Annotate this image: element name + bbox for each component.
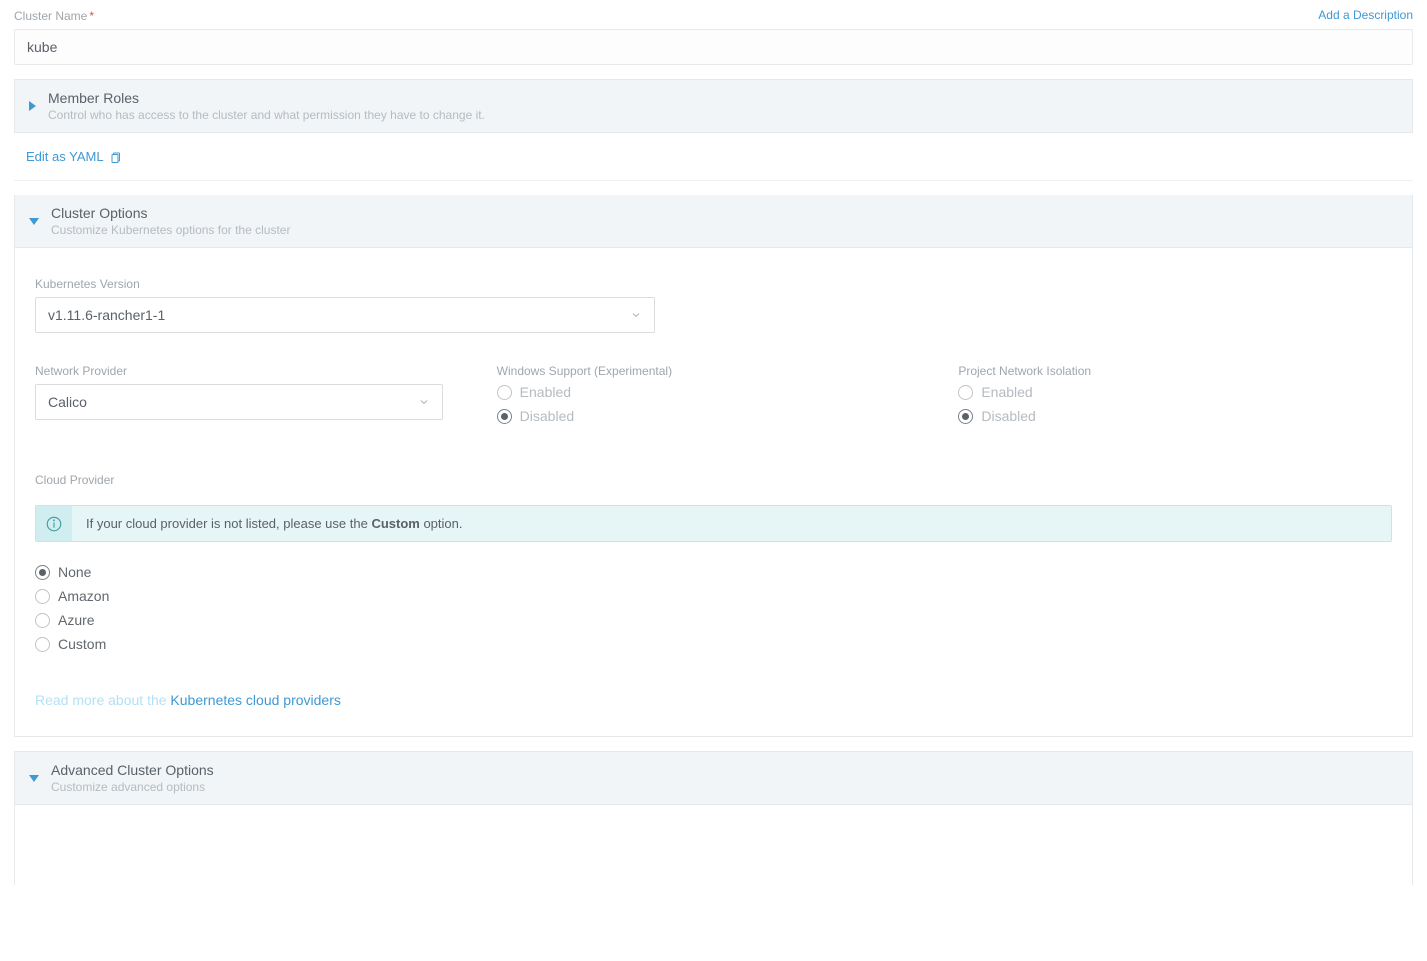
isolation-disabled-radio[interactable]: Disabled <box>958 408 1392 424</box>
cluster-options-body: Kubernetes Version v1.11.6-rancher1-1 Ne… <box>14 248 1413 737</box>
caret-down-icon <box>29 218 39 225</box>
network-provider-value: Calico <box>48 394 87 410</box>
cloud-amazon-radio[interactable]: Amazon <box>35 588 1392 604</box>
network-provider-select[interactable]: Calico <box>35 384 443 420</box>
member-roles-subtitle: Control who has access to the cluster an… <box>48 108 485 122</box>
advanced-options-panel-header[interactable]: Advanced Cluster Options Customize advan… <box>14 751 1413 805</box>
member-roles-title: Member Roles <box>48 90 485 106</box>
member-roles-panel-header[interactable]: Member Roles Control who has access to t… <box>14 79 1413 133</box>
radio-icon <box>35 565 50 580</box>
cluster-options-panel-header[interactable]: Cluster Options Customize Kubernetes opt… <box>14 195 1413 248</box>
radio-icon <box>35 613 50 628</box>
radio-icon <box>497 385 512 400</box>
radio-icon <box>35 589 50 604</box>
k8s-version-label: Kubernetes Version <box>35 277 140 291</box>
network-provider-label: Network Provider <box>35 364 127 378</box>
cloud-info-banner: If your cloud provider is not listed, pl… <box>35 505 1392 542</box>
advanced-options-title: Advanced Cluster Options <box>51 762 214 778</box>
cluster-name-label: Cluster Name* <box>14 9 94 23</box>
info-icon <box>45 515 63 533</box>
radio-icon <box>35 637 50 652</box>
read-more-text: Read more about the Kubernetes cloud pro… <box>35 692 1392 708</box>
cluster-options-subtitle: Customize Kubernetes options for the clu… <box>51 223 290 237</box>
cloud-custom-radio[interactable]: Custom <box>35 636 1392 652</box>
edit-as-yaml-link[interactable]: Edit as YAML <box>26 149 122 164</box>
cluster-options-title: Cluster Options <box>51 205 290 221</box>
cluster-name-input[interactable] <box>14 29 1413 65</box>
chevron-down-icon <box>418 396 430 408</box>
cloud-azure-radio[interactable]: Azure <box>35 612 1392 628</box>
k8s-version-select[interactable]: v1.11.6-rancher1-1 <box>35 297 655 333</box>
isolation-label: Project Network Isolation <box>958 364 1091 378</box>
advanced-options-subtitle: Customize advanced options <box>51 780 214 794</box>
chevron-down-icon <box>630 309 642 321</box>
windows-support-label: Windows Support (Experimental) <box>497 364 672 378</box>
add-description-link[interactable]: Add a Description <box>1318 8 1413 22</box>
caret-down-icon <box>29 775 39 782</box>
isolation-enabled-radio[interactable]: Enabled <box>958 384 1392 400</box>
caret-right-icon <box>29 101 36 111</box>
windows-disabled-radio[interactable]: Disabled <box>497 408 931 424</box>
divider <box>14 180 1413 181</box>
advanced-options-body <box>14 805 1413 885</box>
k8s-cloud-providers-link[interactable]: Kubernetes cloud providers <box>170 692 340 708</box>
clipboard-icon <box>110 150 122 164</box>
k8s-version-value: v1.11.6-rancher1-1 <box>48 307 165 323</box>
windows-enabled-radio[interactable]: Enabled <box>497 384 931 400</box>
radio-icon <box>958 385 973 400</box>
radio-icon <box>497 409 512 424</box>
cloud-none-radio[interactable]: None <box>35 564 1392 580</box>
cloud-provider-label: Cloud Provider <box>35 473 114 487</box>
radio-icon <box>958 409 973 424</box>
